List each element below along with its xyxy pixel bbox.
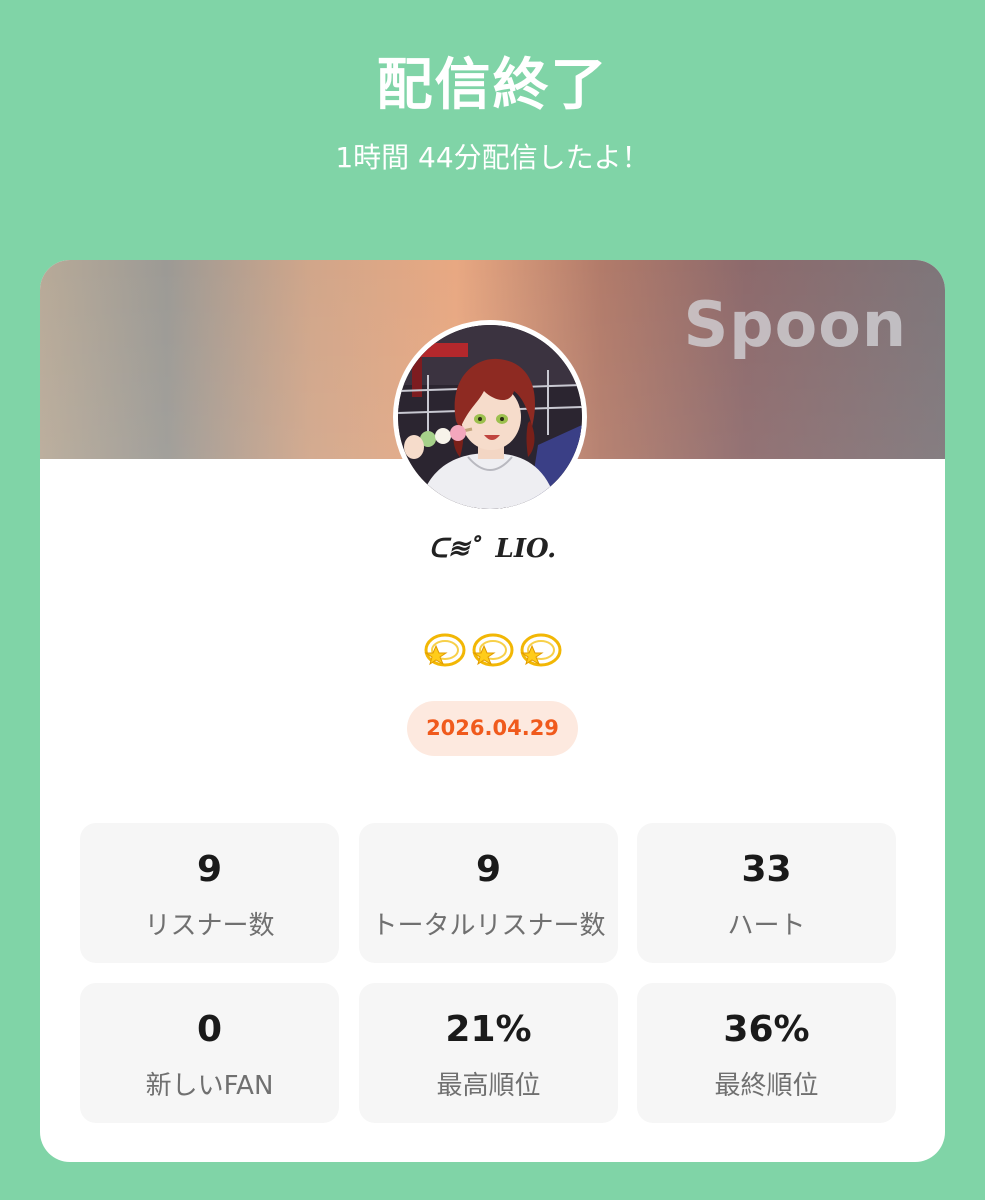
stat-total-listeners: 9 トータルリスナー数	[359, 823, 618, 963]
dizzy-star-icon	[471, 633, 513, 667]
page-title: 配信終了	[376, 53, 609, 118]
stat-hearts: 33 ハート	[637, 823, 896, 963]
stat-new-fans: 0 新しいFAN	[80, 983, 339, 1123]
avatar-illustration	[398, 325, 582, 509]
emoji-row	[40, 622, 945, 674]
stat-value: 21%	[445, 1009, 532, 1050]
stat-value: 36%	[723, 1009, 810, 1050]
broadcast-date-badge: 2026.04.29	[407, 701, 578, 756]
stat-label: リスナー数	[144, 911, 275, 941]
broadcast-duration-text: 1時間 44分配信したよ！	[335, 141, 650, 174]
stat-label: 新しいFAN	[145, 1071, 274, 1101]
stat-highest-rank: 21% 最高順位	[359, 983, 618, 1123]
spoon-logo: Spoon	[683, 288, 907, 361]
stat-value: 0	[196, 1009, 223, 1050]
stat-label: ハート	[727, 911, 806, 941]
broadcast-summary-card: Spoon ᑕ≋゜LIO. 2026.04.29 9 リスナー数 9 トータルリ…	[40, 260, 945, 1162]
dizzy-star-icon	[519, 633, 561, 667]
stat-label: 最終順位	[714, 1071, 819, 1101]
stat-label: トータルリスナー数	[371, 911, 606, 941]
stat-value: 9	[196, 849, 223, 890]
dizzy-star-icon	[423, 633, 465, 667]
stat-value: 9	[475, 849, 502, 890]
avatar	[393, 320, 587, 514]
username: ᑕ≋゜LIO.	[428, 534, 557, 564]
stat-listeners: 9 リスナー数	[80, 823, 339, 963]
stat-label: 最高順位	[436, 1071, 541, 1101]
stat-value: 33	[741, 849, 792, 890]
stat-final-rank: 36% 最終順位	[637, 983, 896, 1123]
